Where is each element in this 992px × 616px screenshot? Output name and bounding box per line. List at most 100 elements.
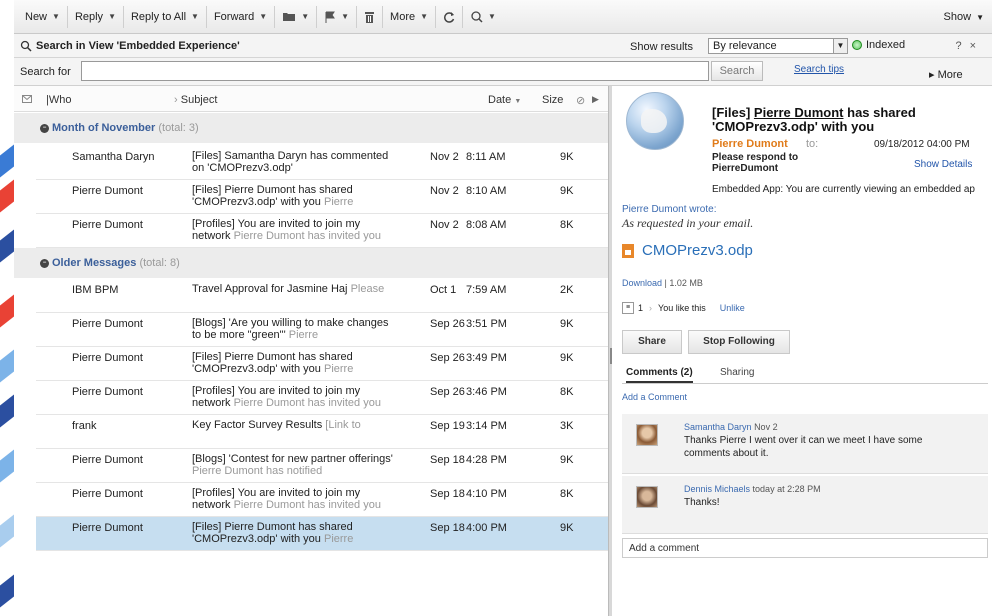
comment-text: Thanks Pierre I went over it can we meet…: [684, 435, 923, 459]
download-link[interactable]: Download: [622, 278, 662, 288]
search-button[interactable]: Search: [711, 61, 763, 81]
group-total: (total: 8): [139, 257, 180, 269]
message-date: Oct 1: [430, 284, 457, 296]
reply-all-button[interactable]: Reply to All ▼: [124, 5, 207, 28]
search-view-header: Search in View 'Embedded Experience' Sho…: [14, 34, 992, 58]
close-icon[interactable]: ×: [970, 40, 984, 52]
author-wrote[interactable]: Pierre Dumont wrote:: [622, 204, 716, 215]
message-date: Sep 26: [430, 318, 465, 330]
table-row[interactable]: Pierre Dumont [Profiles] You are invited …: [36, 483, 608, 517]
show-menu-button[interactable]: Show ▼: [944, 6, 984, 28]
search-input[interactable]: [81, 61, 709, 81]
search-menu-button[interactable]: ▼: [463, 6, 503, 28]
collapse-icon[interactable]: −: [40, 124, 49, 133]
column-header: |Who › Subject Date ▼ Size ⊘ ▶: [14, 86, 608, 112]
new-label: New: [25, 10, 48, 23]
message-time: 4:10 PM: [466, 488, 507, 500]
more-button[interactable]: More ▼: [383, 5, 437, 28]
file-name-link[interactable]: CMOPrezv3.odp: [642, 242, 753, 259]
flag-icon: [325, 11, 336, 23]
header-actions: ?×: [955, 40, 984, 52]
stop-following-button[interactable]: Stop Following: [688, 330, 790, 354]
message-subject: [Blogs] 'Contest for new partner offerin…: [192, 453, 400, 479]
add-comment-link[interactable]: Add a Comment: [622, 392, 687, 402]
add-comment-input[interactable]: Add a comment: [622, 538, 988, 558]
message-time: 4:00 PM: [466, 522, 507, 534]
search-row: Search for Search Search tips ▸ More: [14, 58, 992, 86]
search-view-title-text: Search in View 'Embedded Experience': [36, 40, 240, 52]
title-prefix: [Files]: [712, 105, 751, 120]
comment-author-link[interactable]: Dennis Michaels: [684, 484, 750, 494]
table-row[interactable]: IBM BPM Travel Approval for Jasmine Haj P…: [36, 279, 608, 313]
download-row: Download | 1.02 MB: [622, 278, 703, 288]
message-snippet: Pierre: [288, 329, 319, 341]
avatar[interactable]: [636, 486, 658, 508]
collapse-icon[interactable]: −: [40, 259, 49, 268]
attachment-icon: ⊘: [576, 95, 586, 107]
message-snippet: Pierre Dumont has notified: [192, 465, 323, 477]
delete-button[interactable]: [357, 5, 384, 28]
show-details-link[interactable]: Show Details: [914, 159, 972, 170]
chevron-down-icon: ▼: [108, 12, 116, 21]
message-size: 8K: [560, 219, 574, 231]
message-title: [Files] Pierre Dumont has shared 'CMOPre…: [712, 106, 992, 134]
message-subject: [Profiles] You are invited to join my ne…: [192, 385, 400, 411]
group-header-older[interactable]: − Older Messages (total: 8): [14, 248, 608, 278]
separator: ›: [649, 303, 653, 313]
table-row[interactable]: frank Key Factor Survey Results [Link to S…: [36, 415, 608, 449]
message-time: 8:08 AM: [466, 219, 507, 231]
table-row[interactable]: Samantha Daryn [Files] Samantha Daryn has…: [36, 146, 608, 180]
table-row[interactable]: Pierre Dumont [Files] Pierre Dumont has s…: [36, 180, 608, 214]
message-size: 8K: [560, 488, 574, 500]
table-row[interactable]: Pierre Dumont [Blogs] 'Are you willing to…: [36, 313, 608, 347]
comment-time: today at 2:28 PM: [752, 484, 821, 494]
message-snippet: Pierre: [323, 363, 354, 375]
message-size: 8K: [560, 386, 574, 398]
avatar[interactable]: [636, 424, 658, 446]
search-icon: [20, 40, 32, 52]
help-icon[interactable]: ?: [955, 40, 969, 52]
flag-button[interactable]: ▼: [317, 5, 358, 28]
column-subject[interactable]: › Subject: [174, 94, 217, 106]
folder-button[interactable]: ▼: [275, 5, 318, 28]
column-date[interactable]: Date ▼: [488, 94, 521, 106]
search-tips-link[interactable]: Search tips: [794, 64, 844, 75]
decorative-stripes: [0, 0, 14, 616]
table-row[interactable]: Pierre Dumont [Files] Pierre Dumont has s…: [36, 517, 608, 551]
search-for-label: Search for: [20, 66, 71, 78]
share-button[interactable]: Share: [622, 330, 682, 354]
table-row[interactable]: Pierre Dumont [Profiles] You are invited …: [36, 214, 608, 248]
reply-button[interactable]: Reply ▼: [68, 5, 124, 28]
envelope-icon[interactable]: [22, 94, 32, 106]
comment-author-link[interactable]: Samantha Daryn: [684, 422, 752, 432]
refresh-button[interactable]: [436, 5, 464, 28]
sender-name[interactable]: Pierre Dumont: [712, 138, 788, 150]
column-who-label: Who: [48, 94, 72, 106]
new-button[interactable]: New ▼: [18, 5, 68, 28]
tab-sharing[interactable]: Sharing: [720, 367, 754, 378]
table-row[interactable]: Pierre Dumont [Files] Pierre Dumont has s…: [36, 347, 608, 381]
group-header-november[interactable]: − Month of November (total: 3): [14, 113, 608, 143]
message-snippet: Pierre Dumont has invited you: [233, 499, 381, 511]
column-size[interactable]: Size: [542, 94, 563, 106]
author-link[interactable]: Pierre Dumont: [754, 105, 844, 120]
message-snippet: Pierre: [323, 196, 354, 208]
message-subject: [Blogs] 'Are you willing to make changes…: [192, 317, 400, 343]
column-who[interactable]: |Who: [46, 94, 71, 106]
table-row[interactable]: Pierre Dumont [Blogs] 'Contest for new pa…: [36, 449, 608, 483]
forward-button[interactable]: Forward ▼: [207, 5, 276, 28]
message-size: 3K: [560, 420, 574, 432]
unlike-link[interactable]: Unlike: [720, 303, 745, 313]
show-label: Show: [943, 11, 972, 23]
message-date: Sep 18: [430, 522, 465, 534]
message-date: Sep 18: [430, 454, 465, 466]
respond-to: Please respond to PierreDumont: [712, 152, 799, 174]
sort-select[interactable]: By relevance ▼: [708, 38, 848, 54]
dropdown-arrow-icon[interactable]: ▼: [833, 39, 847, 53]
table-row[interactable]: Pierre Dumont [Profiles] You are invited …: [36, 381, 608, 415]
tab-comments[interactable]: Comments (2): [626, 367, 693, 383]
group-name: Month of November (total: 3): [52, 122, 199, 134]
message-time: 7:59 AM: [466, 284, 507, 296]
like-icon[interactable]: ≡: [622, 302, 634, 314]
more-options-link[interactable]: ▸ More: [929, 68, 963, 81]
